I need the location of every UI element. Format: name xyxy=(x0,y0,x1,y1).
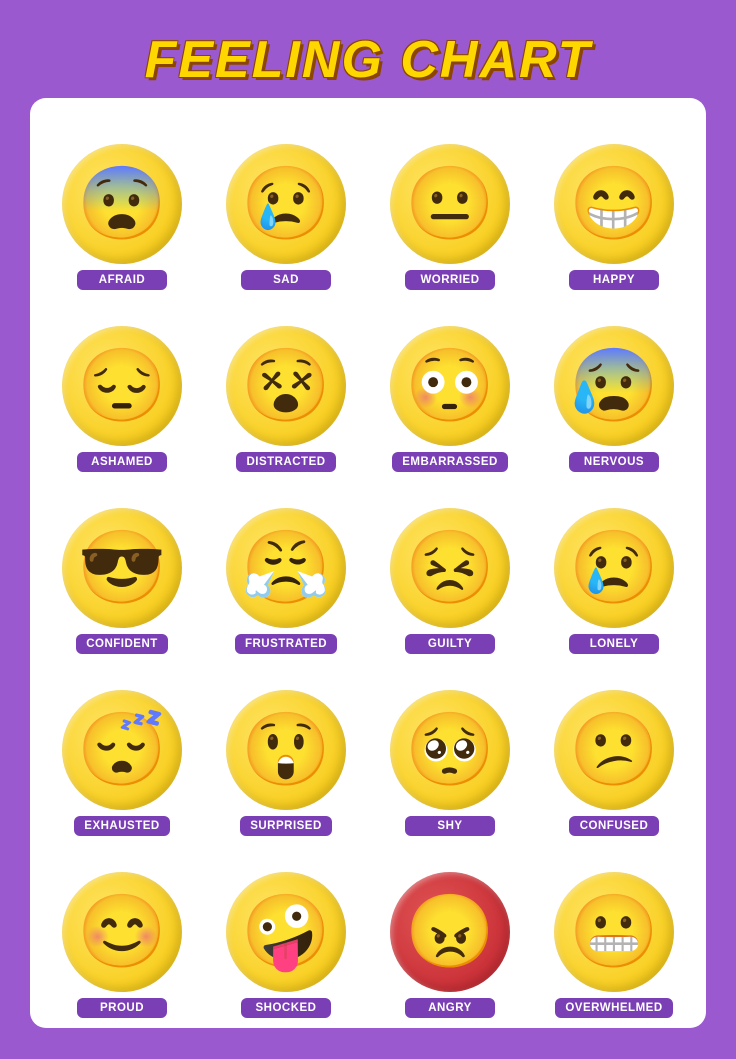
emoji-exhausted: 😴 xyxy=(62,690,182,810)
emotion-cell-confident: 😎 CONFIDENT xyxy=(47,508,197,654)
emoji-afraid: 😨 xyxy=(62,144,182,264)
emoji-confident: 😎 xyxy=(62,508,182,628)
emotion-cell-afraid: 😨 AFRAID xyxy=(47,144,197,290)
label-nervous: NERVOUS xyxy=(569,452,659,472)
emotion-cell-angry: 😠 ANGRY xyxy=(375,872,525,1018)
label-confused: CONFUSED xyxy=(569,816,659,836)
emotion-cell-guilty: 😣 GUILTY xyxy=(375,508,525,654)
label-surprised: SURPRISED xyxy=(240,816,332,836)
emotion-cell-shocked: 🤪 SHOCKED xyxy=(211,872,361,1018)
label-shy: SHY xyxy=(405,816,495,836)
emotion-cell-frustrated: 😤 FRUSTRATED xyxy=(211,508,361,654)
emoji-embarrassed: 😳 xyxy=(390,326,510,446)
label-angry: ANGRY xyxy=(405,998,495,1018)
emoji-shocked: 🤪 xyxy=(226,872,346,992)
label-worried: WORRIED xyxy=(405,270,495,290)
emoji-angry: 😠 xyxy=(390,872,510,992)
emotion-cell-sad: 😢 SAD xyxy=(211,144,361,290)
label-ashamed: ASHAMED xyxy=(77,452,167,472)
label-guilty: GUILTY xyxy=(405,634,495,654)
emoji-overwhelmed: 😬 xyxy=(554,872,674,992)
label-exhausted: EXHAUSTED xyxy=(74,816,169,836)
emoji-proud: 😊 xyxy=(62,872,182,992)
emoji-confused: 😕 xyxy=(554,690,674,810)
emotion-cell-confused: 😕 CONFUSED xyxy=(539,690,689,836)
emoji-distracted: 😵 xyxy=(226,326,346,446)
emotion-cell-worried: 😐 WORRIED xyxy=(375,144,525,290)
emotion-cell-exhausted: 😴 EXHAUSTED xyxy=(47,690,197,836)
label-confident: CONFIDENT xyxy=(76,634,168,654)
label-lonely: LONELY xyxy=(569,634,659,654)
page-title: FEELING CHART xyxy=(145,30,592,90)
label-happy: HAPPY xyxy=(569,270,659,290)
emoji-surprised: 😲 xyxy=(226,690,346,810)
emotion-cell-embarrassed: 😳 EMBARRASSED xyxy=(375,326,525,472)
label-afraid: AFRAID xyxy=(77,270,167,290)
emoji-guilty: 😣 xyxy=(390,508,510,628)
emoji-happy: 😁 xyxy=(554,144,674,264)
emoji-frustrated: 😤 xyxy=(226,508,346,628)
emotion-row-2: 😎 CONFIDENT 😤 FRUSTRATED 😣 GUILTY 😢 LONELY xyxy=(40,476,696,654)
emotion-row-0: 😨 AFRAID 😢 SAD 😐 WORRIED 😁 HAPPY xyxy=(40,112,696,290)
emotion-cell-shy: 🥺 SHY xyxy=(375,690,525,836)
emotion-cell-overwhelmed: 😬 OVERWHELMED xyxy=(539,872,689,1018)
emotion-cell-ashamed: 😔 ASHAMED xyxy=(47,326,197,472)
emoji-ashamed: 😔 xyxy=(62,326,182,446)
emotion-cell-distracted: 😵 DISTRACTED xyxy=(211,326,361,472)
emoji-worried: 😐 xyxy=(390,144,510,264)
emoji-nervous: 😰 xyxy=(554,326,674,446)
emotion-cell-nervous: 😰 NERVOUS xyxy=(539,326,689,472)
emotion-cell-happy: 😁 HAPPY xyxy=(539,144,689,290)
feeling-chart-card: 😨 AFRAID 😢 SAD 😐 WORRIED 😁 HAPPY 😔 ASHAMED 😵 DISTRA… xyxy=(30,98,706,1028)
emoji-sad: 😢 xyxy=(226,144,346,264)
emotion-row-4: 😊 PROUD 🤪 SHOCKED 😠 ANGRY 😬 OVERWHELMED xyxy=(40,840,696,1018)
label-distracted: DISTRACTED xyxy=(236,452,335,472)
emoji-shy: 🥺 xyxy=(390,690,510,810)
label-frustrated: FRUSTRATED xyxy=(235,634,337,654)
emotion-cell-surprised: 😲 SURPRISED xyxy=(211,690,361,836)
emoji-lonely: 😢 xyxy=(554,508,674,628)
label-proud: PROUD xyxy=(77,998,167,1018)
label-shocked: SHOCKED xyxy=(241,998,331,1018)
emotion-cell-proud: 😊 PROUD xyxy=(47,872,197,1018)
page-container: FEELING CHART 😨 AFRAID 😢 SAD 😐 WORRIED 😁 HAPPY 😔… xyxy=(18,20,718,1040)
label-sad: SAD xyxy=(241,270,331,290)
emotion-cell-lonely: 😢 LONELY xyxy=(539,508,689,654)
label-overwhelmed: OVERWHELMED xyxy=(555,998,672,1018)
emotion-row-3: 😴 EXHAUSTED 😲 SURPRISED 🥺 SHY 😕 CONFUSED xyxy=(40,658,696,836)
emotion-row-1: 😔 ASHAMED 😵 DISTRACTED 😳 EMBARRASSED 😰 NERVOUS xyxy=(40,294,696,472)
label-embarrassed: EMBARRASSED xyxy=(392,452,508,472)
